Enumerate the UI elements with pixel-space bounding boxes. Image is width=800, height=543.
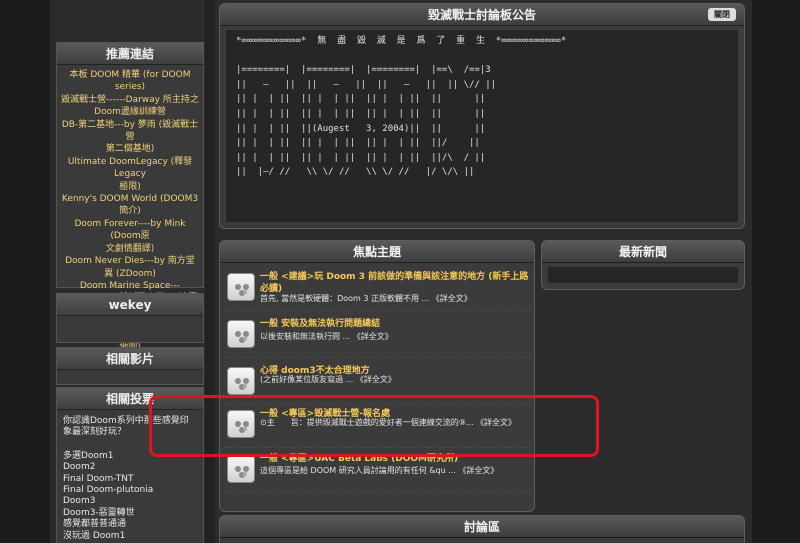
recommended-link[interactable]: Ultimate DoomLegacy (釋發Legacy <box>59 156 201 181</box>
ascii-line: || | | || || | | || || | | || || || <box>236 108 486 119</box>
read-more-link[interactable]: 《詳全文》 <box>432 294 472 303</box>
ascii-line: || |—/ // \\ \/ // \\ \/ // |/ \/\ || <box>236 167 475 178</box>
recommended-link[interactable]: Doom Marine Space--- <box>59 280 201 292</box>
focus-topics-panel: 焦點主題 一般 <建議>玩 Doom 3 前該做的準備與該注意的地方 (新手上路… <box>219 240 535 512</box>
recommended-link[interactable]: 毀滅戰士營------Darway 所主持之 <box>59 94 201 106</box>
announcement-body: *∞∞∞∞∞∞∞∞∞∞∞* 無 盡 毀 滅 是 爲 了 重 生 *∞∞∞∞∞∞∞… <box>226 30 738 222</box>
page-margin-right <box>752 0 800 543</box>
recommended-link[interactable]: Doom邊緣訓練營 <box>59 106 201 118</box>
topic-icon <box>227 273 255 301</box>
topic-description: 首先, 當然是軟硬體：Doom 3 正版軟體不用 ... 《詳全文》 <box>260 293 530 304</box>
topic-description-text: 以後安裝和無法執行問 ... <box>260 332 351 341</box>
latest-news-title: 最新新聞 <box>542 241 744 263</box>
poll-option[interactable]: Doom3-惡靈轉世 <box>63 508 197 519</box>
topic-icon <box>227 455 255 483</box>
read-more-link[interactable]: 《詳全文》 <box>356 375 396 384</box>
sidebar: 推薦連結 本板 DOOM 精華 (for DOOM series) 毀滅戰士營--… <box>56 0 204 543</box>
topic-row[interactable]: 一般 <建議>玩 Doom 3 前該做的準備與該注意的地方 (新手上路必讀) 首先… <box>224 267 532 311</box>
ascii-line: || | | || || | | || || | | || || || <box>236 94 486 105</box>
topic-description-text: 這個專區是給 DOOM 研究人員討論用的有任何 &qu ... <box>260 466 456 475</box>
announcement-panel: 毀滅戰士討論板公告 關閉 *∞∞∞∞∞∞∞∞∞∞∞* 無 盡 毀 滅 是 爲 了… <box>219 3 745 229</box>
recommended-link[interactable]: 本板 DOOM 精華 (for DOOM series) <box>59 69 201 94</box>
topic-description: 以後安裝和無法執行問 ... 《詳全文》 <box>260 331 530 342</box>
focus-topics-title: 焦點主題 <box>220 241 534 263</box>
recommended-link[interactable]: 文劇情翻譯) <box>59 243 201 255</box>
recommended-links-panel: 推薦連結 本板 DOOM 精華 (for DOOM series) 毀滅戰士營--… <box>56 42 204 378</box>
ascii-line: || | | || || | | || || | | || ||/\ / || <box>236 152 486 163</box>
column-gutter <box>205 0 215 543</box>
highlight-box <box>149 395 599 457</box>
recommended-link[interactable]: Doom Never Dies---by 南方堂 <box>59 255 201 267</box>
related-videos-panel: 相關影片 <box>56 347 204 385</box>
ascii-banner: *∞∞∞∞∞∞∞∞∞∞∞* 無 盡 毀 滅 是 爲 了 重 生 *∞∞∞∞∞∞∞… <box>226 30 738 184</box>
topic-title-link[interactable]: 一般 安裝及無法執行問題總結 <box>260 318 530 330</box>
ascii-line <box>236 49 728 64</box>
poll-option[interactable]: Final Doom-plutonia <box>63 485 197 496</box>
ascii-line: || — || || — || || — || || \// || <box>236 79 497 90</box>
announcement-title: 毀滅戰士討論板公告 <box>427 8 536 22</box>
latest-news-body <box>548 267 738 283</box>
recommended-link[interactable]: Doom Forever----by Mink (Doom原 <box>59 218 201 243</box>
topic-description: (之前好像某位版友寫過 ... 《詳全文》 <box>260 374 530 385</box>
read-more-link[interactable]: 《詳全文》 <box>458 466 498 475</box>
topic-title-link[interactable]: 一般 <建議>玩 Doom 3 前該做的準備與該注意的地方 (新手上路必讀) <box>260 271 530 295</box>
poll-option[interactable]: Doom2 <box>63 462 197 473</box>
topic-description-text: (之前好像某位版友寫過 ... <box>260 375 354 384</box>
recommended-link[interactable]: Kenny's DOOM World (DOOM3簡介) <box>59 193 201 218</box>
poll-options: 多選Doom1 Doom2 Final Doom-TNT Final Doom-plu… <box>63 451 197 542</box>
forum-title: 討論區 <box>220 516 744 538</box>
recommended-links-title: 推薦連結 <box>57 43 203 65</box>
wekey-panel: wekey <box>56 293 204 343</box>
ascii-line: *∞∞∞∞∞∞∞∞∞∞∞* 無 盡 毀 滅 是 爲 了 重 生 *∞∞∞∞∞∞∞… <box>236 36 567 46</box>
forum-panel: 討論區 <box>219 515 745 543</box>
poll-option[interactable]: Doom3 <box>63 496 197 507</box>
ascii-line: || | | || || | | || || | | || ||/ || <box>236 138 480 149</box>
poll-option[interactable]: 感覺都普普通通 <box>63 519 197 530</box>
recommended-link[interactable]: DB-第二基地---by 夢雨 (毀滅戰士營 <box>59 119 201 144</box>
close-button[interactable]: 關閉 <box>708 8 736 21</box>
recommended-link[interactable]: 第二個基地) <box>59 143 201 155</box>
read-more-link[interactable]: 《詳全文》 <box>353 332 393 341</box>
poll-option[interactable]: 沒玩過 Doom1 <box>63 531 197 542</box>
latest-news-panel: 最新新聞 <box>541 240 745 290</box>
topic-description: 這個專區是給 DOOM 研究人員討論用的有任何 &qu ... 《詳全文》 <box>260 465 530 476</box>
page-margin-left <box>0 0 50 543</box>
recommended-link[interactable]: 極限) <box>59 181 201 193</box>
topic-row[interactable]: 一般 安裝及無法執行問題總結 以後安裝和無法執行問 ... 《詳全文》 <box>224 314 532 358</box>
ascii-line: |========| |========| |========| |==\ /=… <box>236 65 491 76</box>
topic-icon <box>227 320 255 348</box>
related-videos-title: 相關影片 <box>57 348 203 370</box>
topic-description-text: 首先, 當然是軟硬體：Doom 3 正版軟體不用 ... <box>260 294 430 303</box>
recommended-link[interactable]: 異 (ZDoom) <box>59 268 201 280</box>
announcement-header: 毀滅戰士討論板公告 關閉 <box>220 4 744 26</box>
ascii-line: || | | || ||(Augest 3, 2004)|| || || <box>236 123 486 134</box>
poll-option[interactable]: Final Doom-TNT <box>63 474 197 485</box>
wekey-title: wekey <box>57 294 203 316</box>
topic-icon <box>227 367 255 395</box>
